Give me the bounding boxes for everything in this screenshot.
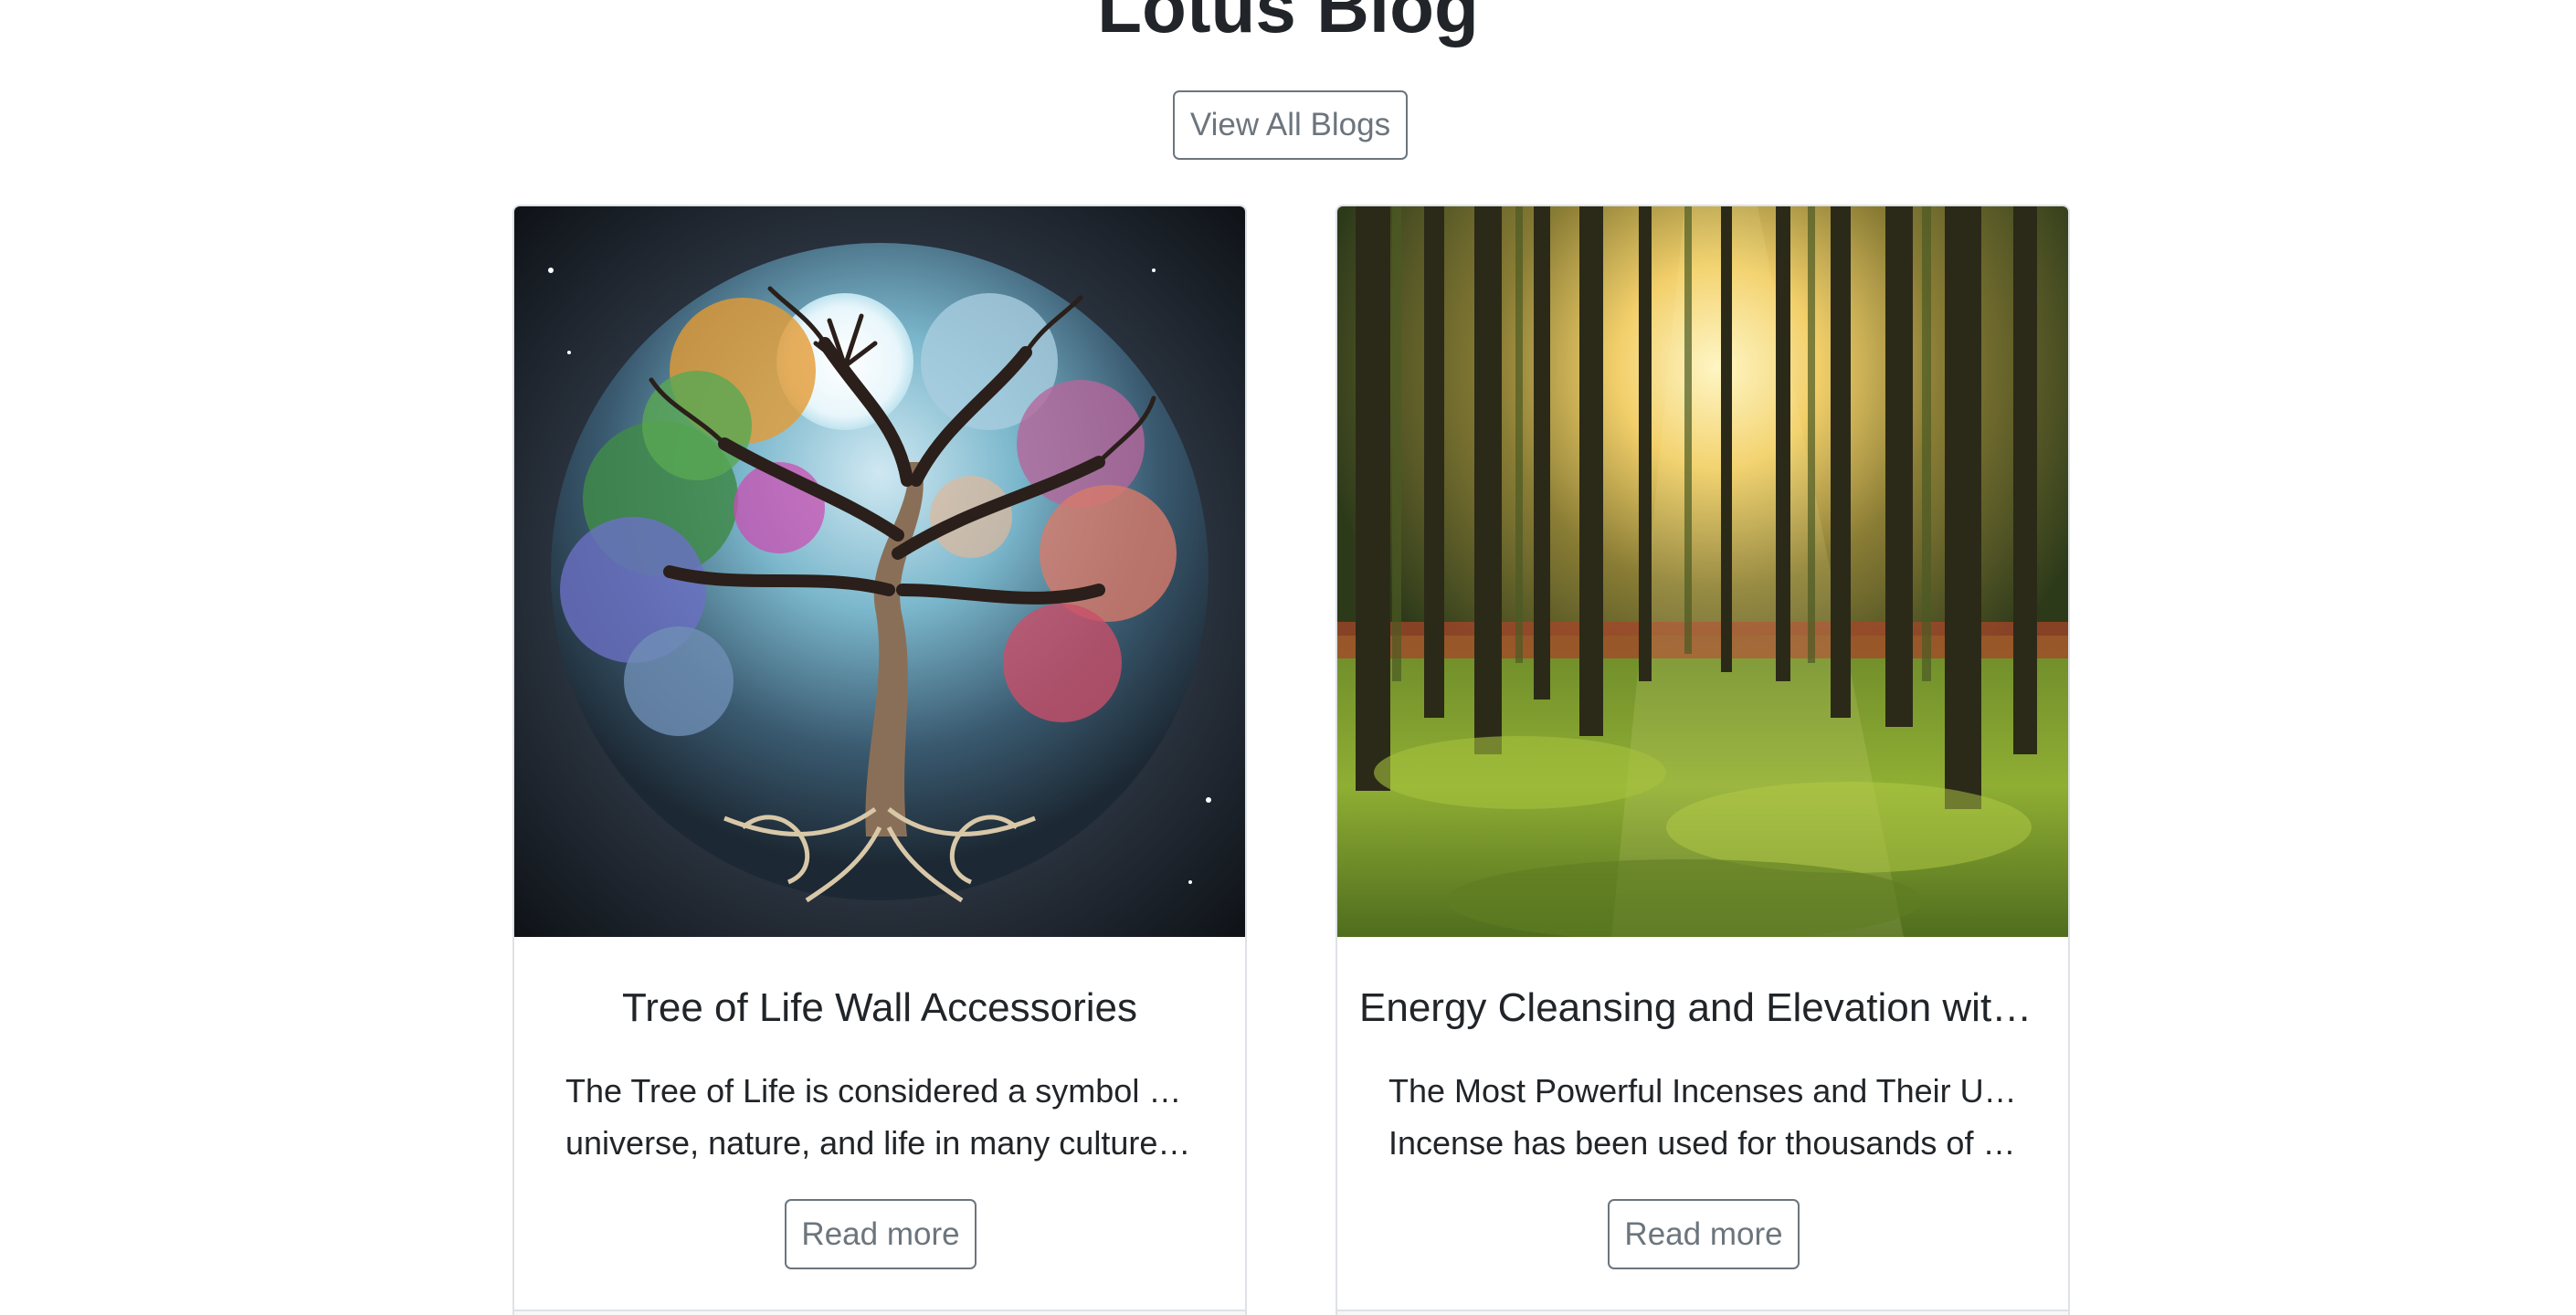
post-excerpt-line: Incense has been used for thousands of y… [1388, 1124, 2017, 1162]
post-title: Tree of Life Wall Accessories [621, 985, 1138, 1030]
blog-card: Tree of Life Wall Accessories The Tree o… [512, 205, 1247, 1315]
blog-page: Lotus Blog View All Blogs Tree of Life W… [0, 0, 2576, 1315]
post-excerpt: The Tree of Life is considered a symbol … [565, 1065, 1194, 1169]
blog-card: Energy Cleansing and Elevation with... T… [1336, 205, 2070, 1315]
post-excerpt-line: universe, nature, and life in many cultu… [565, 1124, 1194, 1162]
card-footer [514, 1310, 1245, 1315]
view-all-blogs-button[interactable]: View All Blogs [1173, 90, 1408, 160]
post-excerpt-line: The Tree of Life is considered a symbol … [565, 1072, 1194, 1110]
page-title: Lotus Blog [1097, 0, 1479, 47]
post-excerpt-line: The Most Powerful Incenses and Their Use… [1388, 1072, 2017, 1110]
card-footer [1337, 1310, 2068, 1315]
read-more-button[interactable]: Read more [1608, 1199, 1800, 1269]
read-more-button[interactable]: Read more [785, 1199, 977, 1269]
forest-image[interactable] [1337, 206, 2068, 937]
post-excerpt: The Most Powerful Incenses and Their Use… [1388, 1065, 2017, 1169]
tree-of-life-image[interactable] [514, 206, 1245, 937]
post-title: Energy Cleansing and Elevation with... [1359, 985, 2046, 1030]
